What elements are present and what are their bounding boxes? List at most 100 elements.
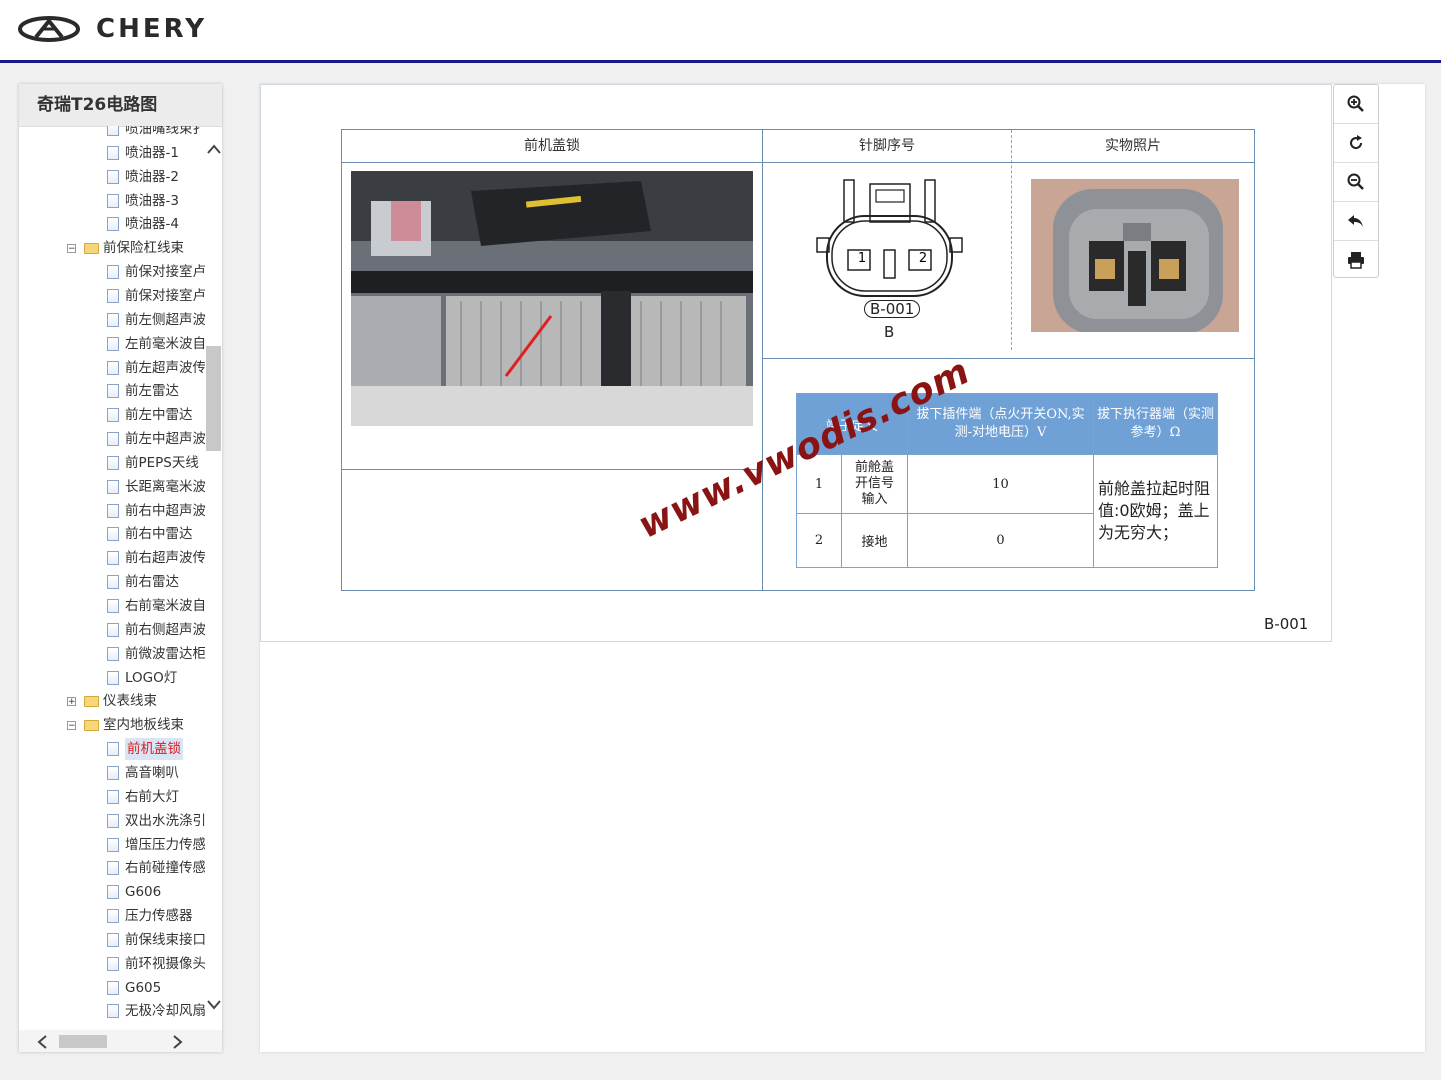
file-icon bbox=[107, 527, 119, 542]
tree-item[interactable]: 无极冷却风扇 bbox=[107, 1000, 205, 1022]
tree-item[interactable]: 前环视摄像头 bbox=[107, 953, 205, 975]
tree-item[interactable]: 前保对接室卢 bbox=[107, 261, 205, 283]
file-icon bbox=[107, 312, 119, 327]
scroll-down-icon[interactable] bbox=[205, 998, 222, 1014]
tree-item[interactable]: G605 bbox=[107, 977, 161, 999]
document-page: 前机盖锁 针脚序号 实物照片 1 2 B-001 B 端子定义 拔下插件端（点火… bbox=[260, 84, 1332, 642]
tree-item[interactable]: 前右中雷达 bbox=[107, 523, 193, 545]
header-component: 前机盖锁 bbox=[524, 138, 580, 154]
tree-item-label: G606 bbox=[125, 884, 162, 901]
page-code-label: B-001 bbox=[1264, 615, 1309, 633]
tree-item[interactable]: G606 bbox=[107, 881, 161, 903]
tree-item-label: 前右中雷达 bbox=[125, 526, 193, 543]
file-icon bbox=[107, 646, 119, 661]
tree-item[interactable]: 前左雷达 bbox=[107, 380, 179, 402]
tree-item[interactable]: 喷油嘴线束扌 bbox=[107, 126, 205, 140]
tree-item[interactable]: 喷油器-3 bbox=[107, 190, 179, 212]
horizontal-scroll-thumb[interactable] bbox=[59, 1035, 107, 1048]
file-icon bbox=[107, 885, 119, 900]
tree-item-label: 长距离毫米波 bbox=[125, 478, 205, 495]
vertical-scrollbar[interactable] bbox=[205, 126, 222, 1029]
file-icon bbox=[107, 479, 119, 494]
file-icon bbox=[107, 742, 119, 757]
zoom-out-button[interactable] bbox=[1334, 163, 1378, 202]
horizontal-scrollbar[interactable] bbox=[19, 1030, 222, 1052]
file-icon bbox=[107, 169, 119, 184]
tree-item[interactable]: 前左中雷达 bbox=[107, 404, 193, 426]
sidebar: 奇瑞T26电路图 喷油嘴线束扌 喷油器-1 喷油器-2 喷油器-3 喷油器-4 − 前保险杠… bbox=[19, 84, 222, 1052]
tree-folder[interactable]: + 仪表线束 bbox=[67, 690, 157, 712]
file-icon bbox=[107, 622, 119, 637]
tree-folder[interactable]: − 室内地板线束 bbox=[67, 714, 184, 736]
collapse-icon[interactable]: − bbox=[67, 720, 76, 730]
tree-item-label: 仪表线束 bbox=[103, 693, 157, 710]
tree-item[interactable]: 前微波雷达柜 bbox=[107, 643, 205, 665]
folder-icon bbox=[84, 242, 99, 254]
tree-item[interactable]: 前右中超声波 bbox=[107, 500, 205, 522]
rotate-button[interactable] bbox=[1334, 124, 1378, 163]
file-icon bbox=[107, 360, 119, 375]
tree-item[interactable]: 喷油器-1 bbox=[107, 142, 179, 164]
zoom-in-button[interactable] bbox=[1334, 85, 1378, 124]
brand-logo: CHERY bbox=[18, 14, 207, 44]
file-icon bbox=[107, 980, 119, 995]
tree-item[interactable]: 前左侧超声波 bbox=[107, 309, 205, 331]
tree-item[interactable]: 前右侧超声波 bbox=[107, 619, 205, 641]
tree-item[interactable]: 前机盖锁 bbox=[107, 738, 183, 761]
tree-item[interactable]: 喷油器-2 bbox=[107, 166, 179, 188]
vertical-scroll-thumb[interactable] bbox=[206, 346, 221, 451]
scroll-left-icon[interactable] bbox=[37, 1034, 47, 1053]
tree-item-label: 前保对接室卢 bbox=[125, 264, 205, 281]
rotate-icon bbox=[1350, 135, 1363, 150]
chery-logo-icon bbox=[18, 16, 80, 42]
tree-item[interactable]: 左前毫米波自 bbox=[107, 333, 205, 355]
tree-folder[interactable]: − 前保险杠线束 bbox=[67, 237, 184, 259]
app-header: CHERY bbox=[0, 0, 1445, 63]
file-icon bbox=[107, 193, 119, 208]
tree-item[interactable]: 右前毫米波自 bbox=[107, 595, 205, 617]
file-icon bbox=[107, 765, 119, 780]
tree-item[interactable]: 右前大灯 bbox=[107, 786, 179, 808]
file-icon bbox=[107, 126, 119, 136]
file-icon bbox=[107, 265, 119, 280]
tree-item[interactable]: 右前碰撞传感 bbox=[107, 857, 205, 879]
tree-item[interactable]: LOGO灯 bbox=[107, 667, 177, 689]
document-viewer: 前机盖锁 针脚序号 实物照片 1 2 B-001 B 端子定义 拔下插件端（点火… bbox=[260, 84, 1425, 1052]
tree-item-label: 喷油器-1 bbox=[125, 144, 179, 161]
tree-item[interactable] bbox=[107, 1024, 125, 1026]
tree-item[interactable]: 增压压力传感 bbox=[107, 834, 205, 856]
tree-item[interactable]: 高音喇叭 bbox=[107, 762, 179, 784]
file-icon bbox=[107, 217, 119, 232]
folder-icon bbox=[84, 719, 99, 731]
file-icon bbox=[107, 336, 119, 351]
file-icon bbox=[107, 789, 119, 804]
tree-item-label: 前PEPS天线 bbox=[125, 454, 199, 471]
tree-item-label: 无极冷却风扇 bbox=[125, 1003, 205, 1020]
expand-icon[interactable]: + bbox=[67, 696, 76, 706]
pin-1-label: 1 bbox=[857, 251, 867, 266]
connector-code: B-001 bbox=[864, 300, 921, 318]
scroll-up-icon[interactable] bbox=[205, 142, 222, 158]
tree-item[interactable]: 前保对接室卢 bbox=[107, 285, 205, 307]
tree-item-label: 喷油嘴线束扌 bbox=[125, 126, 205, 137]
tree-item[interactable]: 前右雷达 bbox=[107, 571, 179, 593]
tree-item[interactable]: 长距离毫米波 bbox=[107, 476, 205, 498]
file-icon bbox=[107, 145, 119, 160]
tree-item[interactable]: 压力传感器 bbox=[107, 905, 193, 927]
tree-item[interactable]: 前PEPS天线 bbox=[107, 452, 199, 474]
scroll-right-icon[interactable] bbox=[173, 1034, 183, 1053]
tree-item[interactable]: 双出水洗涤引 bbox=[107, 810, 205, 832]
connector-sub-label: B bbox=[884, 323, 895, 341]
back-button[interactable] bbox=[1334, 202, 1378, 241]
connector-pinout-icon bbox=[816, 179, 963, 297]
tree-item[interactable]: 喷油器-4 bbox=[107, 213, 179, 235]
row-2-number: 2 bbox=[797, 514, 842, 567]
tree-item-label: 前右侧超声波 bbox=[125, 621, 205, 638]
tree-item[interactable]: 前右超声波传 bbox=[107, 547, 205, 569]
tree-item[interactable]: 前左超声波传 bbox=[107, 357, 205, 379]
file-icon bbox=[107, 837, 119, 852]
collapse-icon[interactable]: − bbox=[67, 243, 76, 253]
print-button[interactable] bbox=[1334, 241, 1378, 279]
tree-item[interactable]: 前左中超声波 bbox=[107, 428, 205, 450]
tree-item[interactable]: 前保线束接口 bbox=[107, 929, 205, 951]
